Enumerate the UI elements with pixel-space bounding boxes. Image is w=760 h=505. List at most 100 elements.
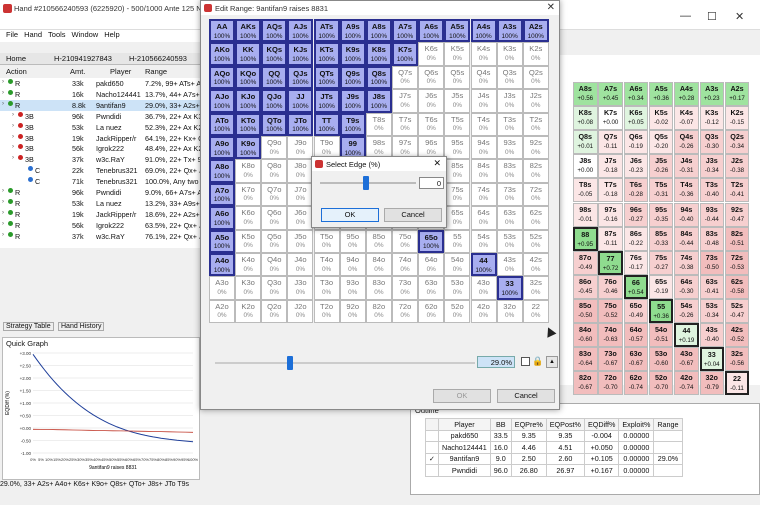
outline-col-player[interactable]: Player — [438, 418, 491, 431]
expand-toggle-icon[interactable]: › — [12, 112, 14, 118]
range-cell[interactable]: 65s 0% — [444, 206, 471, 230]
edge-cell[interactable]: 83s -0.48 — [699, 226, 724, 251]
edge-cell[interactable]: 74o -0.63 — [598, 323, 623, 347]
range-cell[interactable]: 42o 0% — [470, 299, 497, 324]
range-cell[interactable]: 93s 0% — [496, 136, 523, 160]
range-cell[interactable]: Q8o 0% — [261, 159, 288, 183]
range-cell[interactable]: 64o 0% — [418, 253, 445, 277]
range-cell[interactable]: 43o 0% — [470, 276, 497, 300]
range-percent-input[interactable]: 29.0% — [477, 356, 515, 368]
range-cell[interactable]: JTs 100% — [313, 89, 340, 113]
range-cell[interactable]: Q2o 0% — [261, 299, 288, 324]
range-cell[interactable]: AJo 100% — [209, 89, 235, 113]
edge-cell[interactable]: 66 +0.54 — [623, 274, 649, 299]
edge-cell[interactable]: 62s -0.58 — [724, 274, 750, 299]
range-slider-track[interactable] — [215, 362, 475, 364]
lock-checkbox[interactable] — [521, 357, 530, 366]
range-cell[interactable]: 92o 0% — [339, 299, 366, 324]
edge-cell[interactable]: K2s -0.15 — [724, 106, 750, 131]
edge-cell[interactable]: 42o -0.74 — [674, 371, 699, 396]
menu-window[interactable]: Window — [72, 30, 99, 39]
range-cell[interactable]: Q9o 0% — [261, 136, 288, 160]
range-cell[interactable]: 84o 0% — [365, 253, 392, 277]
close-icon[interactable]: ✕ — [433, 158, 441, 169]
edge-cell[interactable]: 53s -0.34 — [699, 298, 724, 323]
range-cell[interactable]: K6s 0% — [418, 42, 445, 66]
range-cell[interactable]: ATs 100% — [313, 19, 340, 43]
range-cell[interactable]: K5s 0% — [444, 42, 471, 66]
range-cell[interactable]: K9s 100% — [339, 42, 366, 66]
edge-cell[interactable]: A7s +0.45 — [598, 82, 623, 106]
edge-cell[interactable]: 42s -0.52 — [724, 323, 750, 347]
range-cell[interactable]: T2o 0% — [313, 299, 340, 324]
range-cell[interactable]: QQ 100% — [261, 65, 288, 90]
range-cell[interactable]: A7s 100% — [392, 19, 419, 43]
edge-cell[interactable]: J4s -0.31 — [674, 154, 699, 179]
range-cell[interactable]: J3o 0% — [287, 276, 314, 300]
edge-cell[interactable]: 32s -0.56 — [724, 347, 750, 372]
expand-toggle-icon[interactable]: › — [2, 199, 4, 205]
range-cell[interactable]: 93o 0% — [339, 276, 366, 300]
expand-toggle-icon[interactable]: › — [12, 123, 14, 129]
range-cell[interactable]: J9o 0% — [287, 136, 314, 160]
edge-value-input[interactable]: 0 — [419, 177, 444, 189]
range-cell[interactable]: A3o 0% — [209, 276, 235, 300]
range-cell[interactable]: KTs 100% — [313, 42, 340, 66]
edge-cell[interactable]: A8s +0.56 — [573, 82, 598, 106]
range-cell[interactable]: Q9s 100% — [339, 65, 366, 90]
edge-cell[interactable]: J8s +0.00 — [573, 154, 598, 179]
range-cell[interactable]: QJs 100% — [287, 65, 314, 90]
edge-cell[interactable]: Q2s -0.34 — [724, 130, 750, 155]
edge-cell[interactable]: Q8s +0.01 — [573, 130, 598, 155]
range-cell[interactable]: 63o 0% — [418, 276, 445, 300]
edge-cell[interactable]: T4s -0.36 — [674, 178, 699, 203]
edge-cell[interactable]: A5s +0.36 — [648, 82, 674, 106]
edge-cell[interactable]: 52o -0.70 — [648, 371, 674, 396]
range-cell[interactable]: 94s 0% — [470, 136, 497, 160]
edge-cell[interactable]: 93s -0.44 — [699, 202, 724, 227]
edge-cell[interactable]: 86s -0.22 — [623, 226, 649, 251]
range-cell[interactable]: A4o 100% — [209, 253, 235, 277]
range-cell[interactable]: J5s 0% — [444, 89, 471, 113]
edge-cell[interactable]: 87s -0.11 — [598, 226, 623, 251]
edge-cell[interactable]: 53o -0.60 — [648, 347, 674, 372]
edge-cell[interactable]: 95s -0.35 — [648, 202, 674, 227]
range-cell[interactable]: J7s 0% — [392, 89, 419, 113]
action-row[interactable]: › R 56k Igrok222 63.5%, 22+ Qx+ J — [0, 220, 203, 231]
expand-toggle-icon[interactable]: › — [12, 144, 14, 150]
range-cell[interactable]: KQo 100% — [235, 65, 262, 90]
edge-cell[interactable]: 63s -0.41 — [699, 274, 724, 299]
expand-toggle-icon[interactable]: › — [2, 221, 4, 227]
range-cell[interactable]: 95o 0% — [339, 229, 366, 253]
expand-toggle-icon[interactable]: › — [2, 90, 4, 96]
edge-cell[interactable]: 94s -0.40 — [674, 202, 699, 227]
edge-cell[interactable]: Q3s -0.30 — [699, 130, 724, 155]
range-cell[interactable]: A2o 0% — [209, 299, 235, 324]
range-cell[interactable]: 62s 0% — [522, 206, 549, 230]
edge-cell[interactable]: 82o -0.67 — [573, 371, 598, 396]
range-cell[interactable]: TT 100% — [313, 112, 340, 136]
edge-cell[interactable]: A6s +0.34 — [623, 82, 649, 106]
range-cell[interactable]: 83o 0% — [365, 276, 392, 300]
edge-cell[interactable]: 76s -0.17 — [623, 250, 649, 275]
hand-tab-2[interactable]: H-210566240593 — [125, 54, 191, 64]
outline-checkbox[interactable] — [424, 429, 440, 442]
range-cell[interactable]: J6o 0% — [287, 206, 314, 230]
range-cell[interactable]: 52s 0% — [522, 229, 549, 253]
edge-cell[interactable]: 74s -0.38 — [674, 250, 699, 275]
range-cell[interactable]: 55 0% — [444, 229, 471, 253]
edge-cell[interactable]: 65o -0.49 — [623, 298, 649, 323]
range-cell[interactable]: QTo 100% — [261, 112, 288, 136]
tab-strategy-table[interactable]: Strategy Table — [3, 322, 54, 331]
range-cell[interactable]: K3s 0% — [496, 42, 523, 66]
outline-checkbox[interactable]: ✓ — [424, 452, 440, 465]
action-row[interactable]: › 3B 37k w3c.RaY 91.0%, 22+ Tx+ 9 — [0, 154, 202, 165]
edit-range-ok-button[interactable]: OK — [433, 389, 491, 403]
edge-cell[interactable]: 43s -0.40 — [699, 323, 724, 347]
action-row[interactable]: › R 8.8k 9antifan9 29.0%, 33+ A2s+ — [0, 99, 200, 111]
range-cell[interactable]: 54o 0% — [444, 253, 471, 277]
range-cell[interactable]: K8s 100% — [365, 42, 392, 66]
edge-cell[interactable]: 98s -0.01 — [573, 202, 598, 227]
range-cell[interactable]: 53s 0% — [496, 229, 523, 253]
range-cell[interactable]: A8o 100% — [209, 159, 235, 183]
